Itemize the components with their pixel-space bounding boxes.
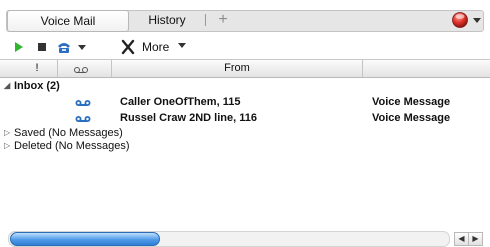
status-menu-button[interactable]: [451, 11, 483, 29]
voicemail-icon: [74, 114, 92, 122]
column-divider: [362, 60, 363, 77]
message-from: Russel Craw 2ND line, 116: [120, 112, 257, 124]
message-type: Voice Message: [372, 96, 451, 108]
disclosure-expanded-icon[interactable]: ◢: [4, 80, 14, 92]
delete-icon[interactable]: [120, 38, 136, 56]
folder-label: Deleted (No Messages): [14, 140, 130, 152]
folder-deleted[interactable]: ▷ Deleted (No Messages): [0, 140, 490, 152]
message-row[interactable]: Russel Craw 2ND line, 116 Voice Message: [0, 112, 490, 124]
column-from[interactable]: From: [112, 60, 362, 77]
tab-history[interactable]: History: [132, 10, 202, 30]
chevron-down-icon: [177, 43, 186, 48]
folder-saved[interactable]: ▷ Saved (No Messages): [0, 127, 490, 139]
inbox-label: Inbox (2): [14, 80, 60, 92]
voicemail-icon: [74, 67, 88, 73]
phone-icon: [58, 43, 86, 53]
message-from: Caller OneOfThem, 115: [120, 96, 241, 108]
column-header: ! From: [0, 59, 490, 78]
column-divider: [57, 60, 58, 77]
folder-label: Saved (No Messages): [14, 127, 123, 139]
disclosure-collapsed-icon[interactable]: ▷: [4, 127, 14, 139]
tab-bar: Voice Mail History +: [0, 0, 490, 36]
add-tab-icon[interactable]: +: [216, 10, 230, 30]
voicemail-icon: [74, 98, 92, 106]
tab-separator: [205, 14, 206, 26]
tab-voice-mail[interactable]: Voice Mail: [7, 10, 129, 32]
disclosure-collapsed-icon[interactable]: ▷: [4, 140, 14, 152]
horizontal-scrollbar[interactable]: ◀ ▶: [0, 230, 490, 247]
phone-menu-button[interactable]: [56, 38, 92, 56]
message-row[interactable]: Caller OneOfThem, 115 Voice Message: [0, 96, 490, 108]
more-button[interactable]: More: [142, 39, 188, 55]
scroll-left-icon[interactable]: ◀: [454, 232, 469, 246]
stop-icon[interactable]: [36, 38, 48, 56]
column-voicemail-type[interactable]: [72, 60, 96, 77]
scrollbar-thumb[interactable]: [10, 232, 160, 246]
column-priority[interactable]: !: [30, 60, 44, 77]
scroll-right-icon[interactable]: ▶: [468, 232, 483, 246]
play-icon[interactable]: [13, 38, 25, 56]
more-label: More: [142, 40, 170, 54]
toolbar: More: [0, 36, 490, 58]
inbox-group[interactable]: ◢ Inbox (2): [0, 80, 490, 92]
message-type: Voice Message: [372, 112, 451, 124]
status-orb-icon: [452, 12, 481, 28]
